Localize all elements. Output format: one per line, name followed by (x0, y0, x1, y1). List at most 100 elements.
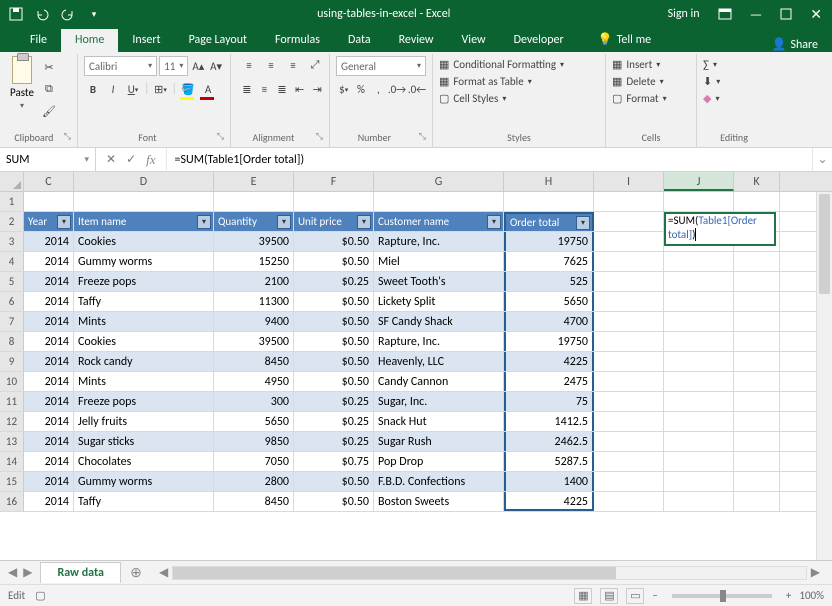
zoom-in-button[interactable]: + (786, 589, 791, 602)
cell-cust[interactable]: Sugar, Inc. (374, 392, 504, 411)
cell[interactable] (594, 352, 664, 371)
cell-cust[interactable]: Boston Sweets (374, 492, 504, 511)
col-header-e[interactable]: E (214, 172, 294, 191)
cell[interactable] (734, 452, 780, 471)
redo-icon[interactable] (60, 6, 76, 22)
cell[interactable] (664, 352, 734, 371)
row-header[interactable]: 8 (0, 332, 24, 351)
row-header[interactable]: 15 (0, 472, 24, 491)
tab-review[interactable]: Review (385, 29, 448, 52)
cell-cust[interactable]: Candy Cannon (374, 372, 504, 391)
row-header[interactable]: 2 (0, 212, 24, 231)
cell[interactable] (664, 492, 734, 511)
fx-icon[interactable]: fx (146, 152, 155, 168)
indent-increase-icon[interactable]: ⇥ (311, 80, 323, 98)
paste-button[interactable]: Paste ▾ (10, 56, 34, 111)
cell-total[interactable]: 4700 (504, 312, 594, 331)
zoom-level[interactable]: 100% (799, 589, 824, 602)
filter-button[interactable]: ▾ (576, 216, 590, 230)
cell-qty[interactable]: 300 (214, 392, 294, 411)
tab-formulas[interactable]: Formulas (261, 29, 334, 52)
cell[interactable] (594, 432, 664, 451)
cell[interactable] (374, 192, 504, 211)
autosum-button[interactable]: ∑▾ (703, 58, 765, 71)
increase-decimal-icon[interactable]: .0→ (388, 80, 406, 98)
select-all-button[interactable] (0, 172, 24, 191)
clipboard-launcher-icon[interactable]: ⤡ (64, 131, 71, 142)
cell-item[interactable]: Freeze pops (74, 392, 214, 411)
cell-total[interactable]: 7625 (504, 252, 594, 271)
cell[interactable] (664, 272, 734, 291)
macro-record-icon[interactable]: ▢ (35, 589, 45, 602)
cell[interactable] (74, 192, 214, 211)
col-header-h[interactable]: H (504, 172, 594, 191)
cell[interactable] (664, 432, 734, 451)
cell[interactable] (734, 292, 780, 311)
header-item[interactable]: Item name▾ (74, 212, 214, 231)
cell[interactable] (664, 312, 734, 331)
vertical-scrollbar[interactable] (816, 192, 832, 560)
cell[interactable] (594, 472, 664, 491)
formula-bar-input[interactable]: =SUM(Table1[Order total]) (167, 148, 812, 171)
cell-cust[interactable]: Lickety Split (374, 292, 504, 311)
cell[interactable] (594, 372, 664, 391)
header-total[interactable]: Order total▾ (504, 212, 594, 231)
sign-in-link[interactable]: Sign in (668, 7, 700, 21)
cell-cust[interactable]: SF Candy Shack (374, 312, 504, 331)
align-left-icon[interactable]: ≣ (241, 80, 253, 98)
cell-price[interactable]: $0.50 (294, 332, 374, 351)
tab-data[interactable]: Data (334, 29, 385, 52)
conditional-formatting-button[interactable]: ▦Conditional Formatting▾ (439, 58, 599, 71)
cell-item[interactable]: Gummy worms (74, 472, 214, 491)
page-break-view-button[interactable]: ▭ (626, 588, 644, 604)
cell[interactable] (594, 412, 664, 431)
cell-price[interactable]: $0.25 (294, 412, 374, 431)
cell-price[interactable]: $0.25 (294, 392, 374, 411)
tab-insert[interactable]: Insert (118, 29, 174, 52)
align-top-icon[interactable]: ≡ (241, 56, 257, 74)
row-header[interactable]: 16 (0, 492, 24, 511)
cell[interactable] (734, 332, 780, 351)
close-button[interactable]: ✕ (810, 6, 822, 23)
col-header-g[interactable]: G (374, 172, 504, 191)
comma-format-icon[interactable]: , (371, 80, 386, 98)
cell-qty[interactable]: 8450 (214, 492, 294, 511)
row-header[interactable]: 10 (0, 372, 24, 391)
maximize-button[interactable] (780, 8, 792, 20)
cell-price[interactable]: $0.25 (294, 272, 374, 291)
cell-year[interactable]: 2014 (24, 312, 74, 331)
cell[interactable] (734, 372, 780, 391)
active-cell-editor[interactable]: =SUM(Table1[Order total]) (664, 212, 776, 246)
cell-year[interactable]: 2014 (24, 252, 74, 271)
row-header[interactable]: 9 (0, 352, 24, 371)
cell[interactable] (214, 192, 294, 211)
row-header[interactable]: 1 (0, 192, 24, 211)
decrease-decimal-icon[interactable]: .0← (408, 80, 426, 98)
cell-qty[interactable]: 2100 (214, 272, 294, 291)
cell-price[interactable]: $0.50 (294, 292, 374, 311)
header-price[interactable]: Unit price▾ (294, 212, 374, 231)
hscroll-right-icon[interactable]: ▶ (807, 565, 824, 580)
row-header[interactable]: 5 (0, 272, 24, 291)
accounting-format-icon[interactable]: $▾ (336, 80, 351, 98)
fill-color-button[interactable]: 🪣 (179, 80, 197, 98)
header-qty[interactable]: Quantity▾ (214, 212, 294, 231)
cell-year[interactable]: 2014 (24, 372, 74, 391)
ribbon-display-options-icon[interactable] (718, 8, 732, 20)
alignment-launcher-icon[interactable]: ⤡ (316, 131, 323, 142)
number-format-select[interactable]: General▾ (336, 56, 426, 76)
font-color-button[interactable]: A (199, 80, 217, 98)
cell[interactable] (734, 272, 780, 291)
tab-page-layout[interactable]: Page Layout (175, 29, 261, 52)
undo-icon[interactable] (34, 6, 50, 22)
cell-total[interactable]: 75 (504, 392, 594, 411)
cell[interactable] (594, 492, 664, 511)
cell-year[interactable]: 2014 (24, 272, 74, 291)
cell-item[interactable]: Rock candy (74, 352, 214, 371)
cell-qty[interactable]: 11300 (214, 292, 294, 311)
cell-cust[interactable]: F.B.D. Confections (374, 472, 504, 491)
expand-formula-bar-icon[interactable]: ⌄ (812, 148, 832, 171)
page-layout-view-button[interactable]: ▤ (600, 588, 618, 604)
filter-button[interactable]: ▾ (357, 215, 371, 229)
cell-price[interactable]: $0.75 (294, 452, 374, 471)
